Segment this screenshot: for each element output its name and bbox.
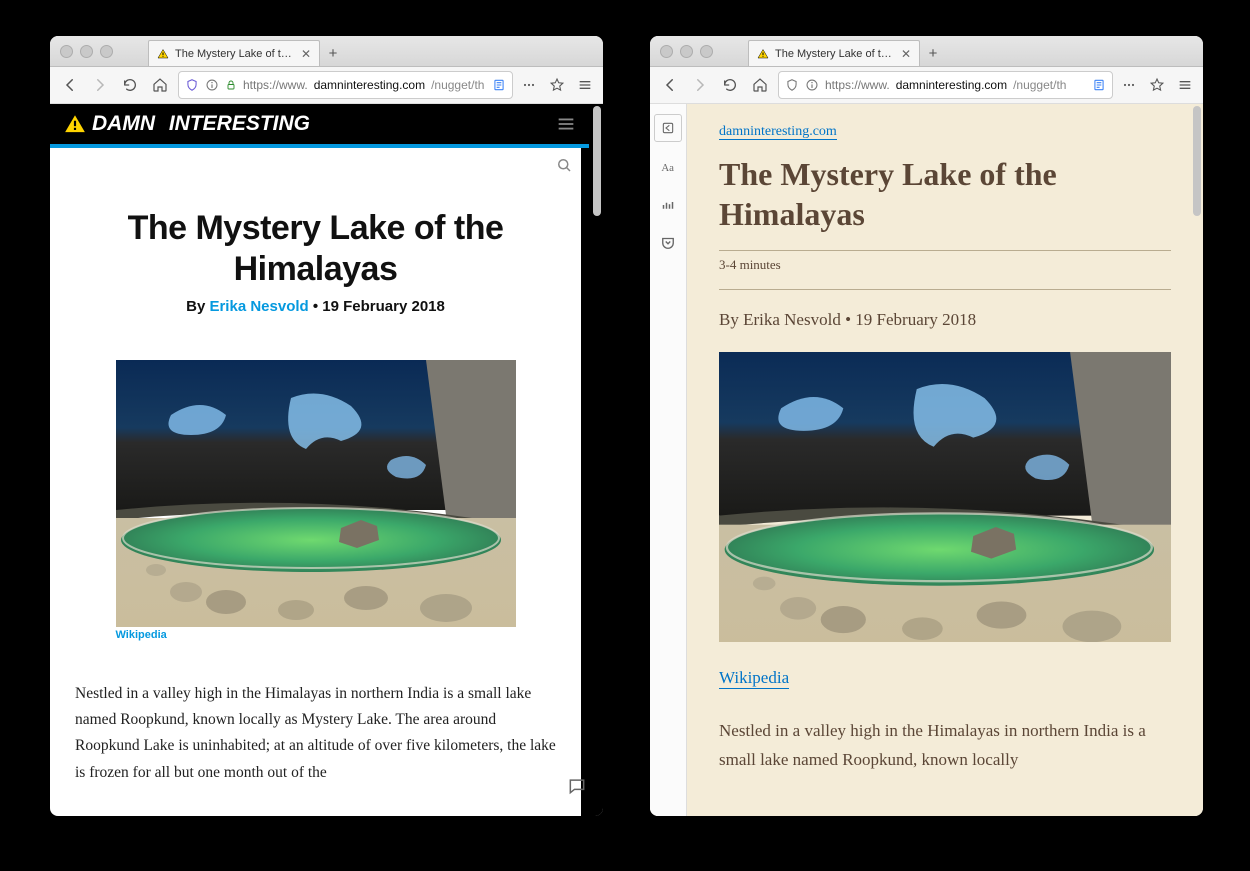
content-area: DAMN INTERESTING The Mystery Lake of the… bbox=[50, 104, 603, 816]
article-hero-image bbox=[116, 360, 516, 627]
author-link[interactable]: Erika Nesvold bbox=[209, 298, 308, 315]
divider bbox=[719, 250, 1171, 251]
minimize-dot[interactable] bbox=[680, 45, 693, 58]
close-dot[interactable] bbox=[660, 45, 673, 58]
author-name: Erika Nesvold bbox=[743, 310, 841, 329]
url-bar[interactable]: https://www. damninteresting.com/nugget/t… bbox=[778, 71, 1113, 99]
new-tab-button[interactable]: + bbox=[320, 40, 346, 66]
site-logo[interactable]: DAMN INTERESTING bbox=[62, 111, 310, 137]
tab-title: The Mystery Lake of the Himala bbox=[175, 48, 295, 60]
browser-window-left: The Mystery Lake of the Himala ✕ + https… bbox=[50, 36, 603, 816]
home-button[interactable] bbox=[148, 73, 172, 97]
tab-active[interactable]: The Mystery Lake of the Himala ✕ bbox=[748, 40, 920, 66]
lock-icon bbox=[225, 79, 237, 91]
shield-icon[interactable] bbox=[185, 78, 199, 92]
shield-icon[interactable] bbox=[785, 78, 799, 92]
url-domain: damninteresting.com bbox=[896, 78, 1007, 92]
tabstrip: The Mystery Lake of the Himala ✕ + bbox=[748, 36, 946, 66]
close-reader-button[interactable] bbox=[654, 114, 682, 142]
warning-icon bbox=[62, 111, 88, 137]
comment-icon[interactable] bbox=[567, 776, 587, 796]
scrollbar-thumb[interactable] bbox=[1193, 106, 1201, 216]
byline-sep: • bbox=[309, 298, 323, 315]
image-credit-link[interactable]: Wikipedia bbox=[719, 668, 789, 689]
browser-window-right: The Mystery Lake of the Himala ✕ + https… bbox=[650, 36, 1203, 816]
article-title: The Mystery Lake of the Himalayas bbox=[75, 208, 556, 290]
reader-body: Nestled in a valley high in the Himalaya… bbox=[719, 717, 1171, 775]
tab-active[interactable]: The Mystery Lake of the Himala ✕ bbox=[148, 40, 320, 66]
info-icon[interactable] bbox=[805, 78, 819, 92]
app-menu-icon[interactable] bbox=[575, 77, 595, 93]
reader-hero-image bbox=[719, 352, 1171, 642]
reload-button[interactable] bbox=[718, 73, 742, 97]
brand-word-2: INTERESTING bbox=[169, 112, 310, 136]
reader-title: The Mystery Lake of the Himalayas bbox=[719, 154, 1171, 234]
byline-sep: • bbox=[841, 310, 855, 329]
back-button[interactable] bbox=[658, 73, 682, 97]
warning-icon bbox=[157, 48, 169, 60]
page-actions-icon[interactable] bbox=[519, 77, 539, 93]
scrollbar-thumb[interactable] bbox=[593, 106, 601, 216]
zoom-dot[interactable] bbox=[100, 45, 113, 58]
reader-sidebar bbox=[650, 104, 687, 816]
home-button[interactable] bbox=[748, 73, 772, 97]
forward-button[interactable] bbox=[88, 73, 112, 97]
zoom-dot[interactable] bbox=[700, 45, 713, 58]
bookmark-icon[interactable] bbox=[1147, 77, 1167, 93]
article-date: 19 February 2018 bbox=[322, 298, 445, 315]
search-icon[interactable] bbox=[555, 156, 573, 174]
reader-mode-icon[interactable] bbox=[1092, 78, 1106, 92]
by-prefix: By bbox=[186, 298, 209, 315]
reload-button[interactable] bbox=[118, 73, 142, 97]
divider bbox=[719, 289, 1171, 290]
bookmark-icon[interactable] bbox=[547, 77, 567, 93]
narrate-button[interactable] bbox=[655, 192, 681, 218]
article-body: Nestled in a valley high in the Himalaya… bbox=[75, 681, 556, 786]
article-date: 19 February 2018 bbox=[855, 310, 976, 329]
close-dot[interactable] bbox=[60, 45, 73, 58]
reader-domain-link[interactable]: damninteresting.com bbox=[719, 124, 837, 140]
app-menu-icon[interactable] bbox=[1175, 77, 1195, 93]
tab-close-icon[interactable]: ✕ bbox=[301, 47, 311, 61]
minimize-dot[interactable] bbox=[80, 45, 93, 58]
url-domain: damninteresting.com bbox=[314, 78, 425, 92]
titlebar: The Mystery Lake of the Himala ✕ + bbox=[650, 36, 1203, 67]
tabstrip: The Mystery Lake of the Himala ✕ + bbox=[148, 36, 346, 66]
article-byline: By Erika Nesvold • 19 February 2018 bbox=[75, 298, 556, 315]
back-button[interactable] bbox=[58, 73, 82, 97]
traffic-lights bbox=[60, 45, 113, 58]
url-path: /nugget/th bbox=[431, 78, 484, 92]
tab-title: The Mystery Lake of the Himala bbox=[775, 48, 895, 60]
toolbar: https://www. damninteresting.com/nugget/t… bbox=[50, 67, 603, 104]
url-prefix: https://www. bbox=[825, 78, 890, 92]
page-actions-icon[interactable] bbox=[1119, 77, 1139, 93]
by-prefix: By bbox=[719, 310, 743, 329]
url-bar[interactable]: https://www. damninteresting.com/nugget/t… bbox=[178, 71, 513, 99]
url-path: /nugget/th bbox=[1013, 78, 1066, 92]
brand-word-1: DAMN bbox=[92, 112, 155, 136]
titlebar: The Mystery Lake of the Himala ✕ + bbox=[50, 36, 603, 67]
new-tab-button[interactable]: + bbox=[920, 40, 946, 66]
reader-byline: By Erika Nesvold • 19 February 2018 bbox=[719, 310, 1171, 330]
site-header: DAMN INTERESTING bbox=[50, 104, 589, 148]
hamburger-menu-icon[interactable] bbox=[555, 113, 577, 135]
tab-close-icon[interactable]: ✕ bbox=[901, 47, 911, 61]
forward-button[interactable] bbox=[688, 73, 712, 97]
reading-time: 3-4 minutes bbox=[719, 257, 1171, 273]
toolbar: https://www. damninteresting.com/nugget/t… bbox=[650, 67, 1203, 104]
info-icon[interactable] bbox=[205, 78, 219, 92]
save-pocket-button[interactable] bbox=[655, 230, 681, 256]
type-controls-button[interactable] bbox=[655, 154, 681, 180]
url-prefix: https://www. bbox=[243, 78, 308, 92]
traffic-lights bbox=[660, 45, 713, 58]
image-credit-link[interactable]: Wikipedia bbox=[116, 629, 167, 641]
reader-mode-icon[interactable] bbox=[492, 78, 506, 92]
content-area: damninteresting.com The Mystery Lake of … bbox=[650, 104, 1203, 816]
warning-icon bbox=[757, 48, 769, 60]
